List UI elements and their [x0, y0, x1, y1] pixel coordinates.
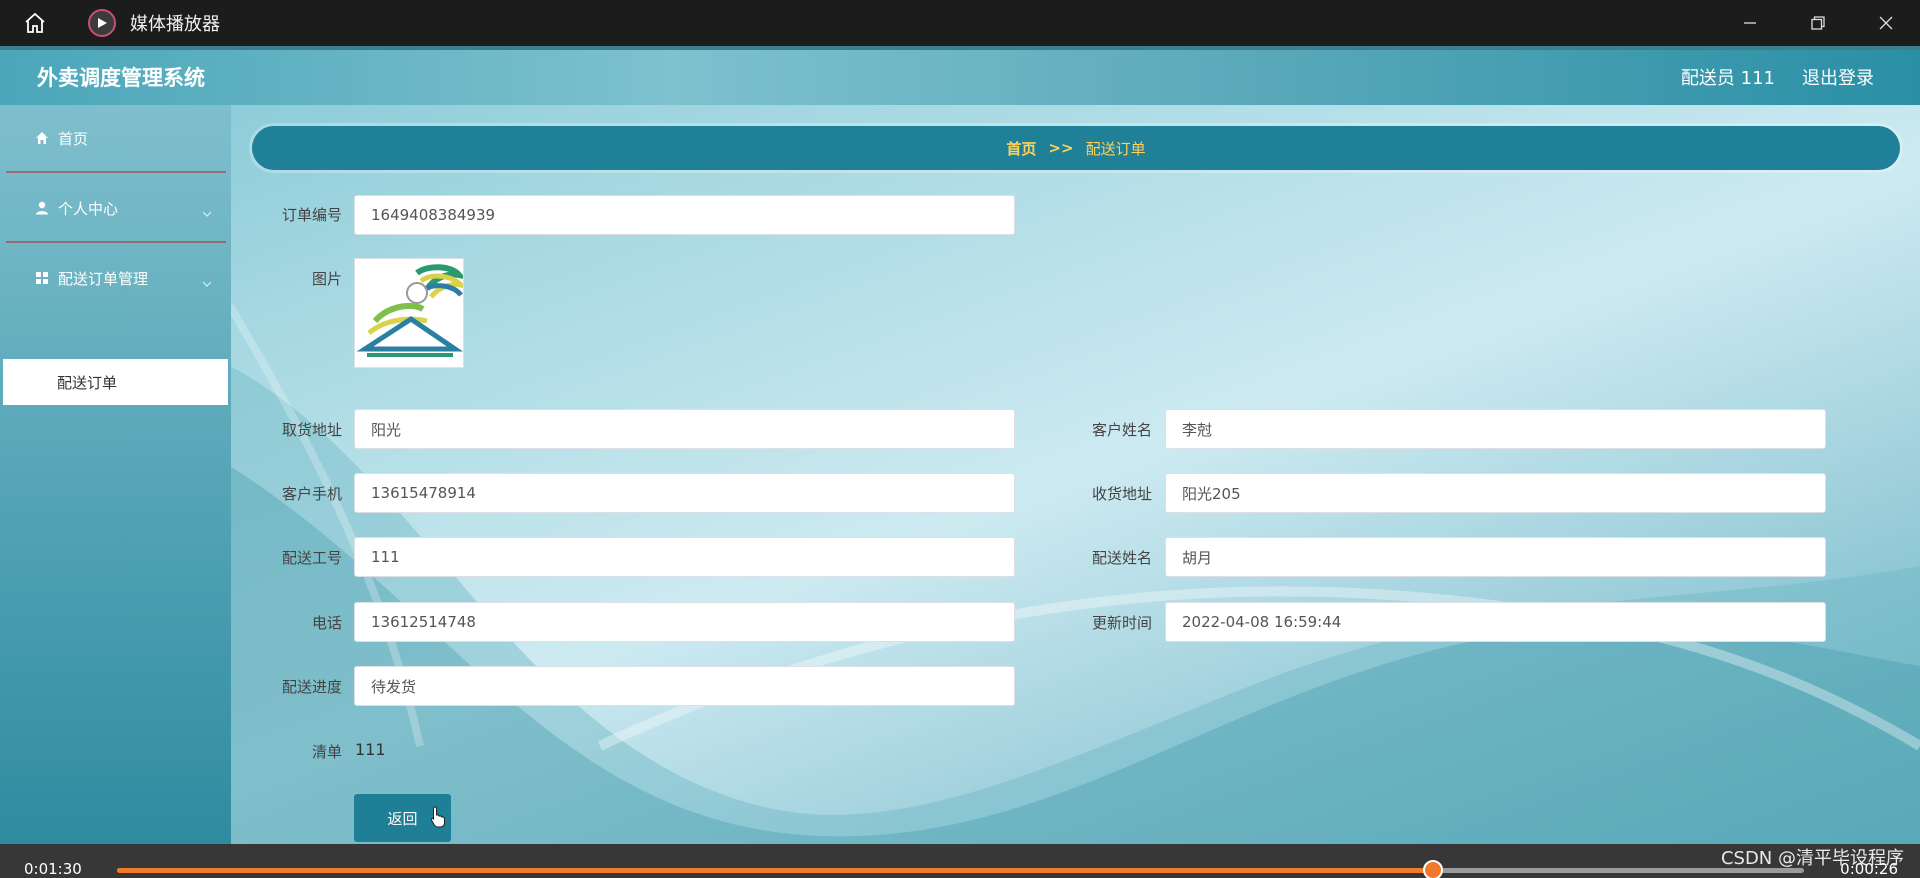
sidebar-item-home[interactable]: 首页: [6, 105, 226, 171]
phone-field[interactable]: 13612514748: [354, 602, 1015, 642]
play-icon: [88, 9, 116, 37]
logout-link[interactable]: 退出登录: [1802, 64, 1874, 90]
progress-label: 配送进度: [281, 678, 342, 696]
courier-name-field[interactable]: 胡月: [1165, 537, 1826, 577]
app-window: 外卖调度管理系统 配送员 111 退出登录 首页 个人中心 配送订单管理 配送订…: [0, 46, 1920, 844]
app-header: 外卖调度管理系统 配送员 111 退出登录: [0, 46, 1920, 105]
order-no-field[interactable]: 1649408384939: [354, 195, 1015, 235]
breadcrumb: 首页 >> 配送订单: [252, 126, 1900, 170]
grid-icon: [34, 270, 50, 286]
sidebar: 首页 个人中心 配送订单管理 配送订单: [0, 105, 231, 844]
sidebar-item-label: 配送订单管理: [58, 269, 149, 288]
customer-phone-field[interactable]: 13615478914: [354, 473, 1015, 513]
sidebar-item-profile[interactable]: 个人中心: [6, 175, 226, 241]
user-icon: [34, 200, 50, 216]
sidebar-item-label: 个人中心: [58, 199, 119, 218]
pickup-address-label: 取货地址: [281, 421, 342, 439]
order-no-label: 订单编号: [281, 206, 342, 224]
pickup-address-field[interactable]: 阳光: [354, 409, 1015, 449]
progress-field[interactable]: 待发货: [354, 666, 1015, 706]
delivery-address-field[interactable]: 阳光205: [1165, 473, 1826, 513]
image-label: 图片: [311, 270, 342, 288]
player-title: 媒体播放器: [130, 14, 220, 35]
delivery-address-label: 收货地址: [1091, 485, 1152, 503]
customer-name-label: 客户姓名: [1091, 421, 1152, 439]
sidebar-subitem-delivery-order[interactable]: 配送订单: [3, 359, 228, 405]
window-controls: [1716, 0, 1920, 46]
seek-bar-fill: [117, 868, 1433, 873]
home-icon: [34, 130, 50, 146]
customer-name-field[interactable]: 李尅: [1165, 409, 1826, 449]
restore-icon[interactable]: [1784, 0, 1852, 46]
time-elapsed: 0:01:30: [24, 860, 82, 878]
mouse-cursor-icon: [430, 806, 446, 832]
minimize-icon[interactable]: [1716, 0, 1784, 46]
breadcrumb-home[interactable]: 首页: [1006, 138, 1036, 159]
chevron-down-icon: [202, 273, 212, 291]
time-remaining: 0:00:26: [1840, 860, 1898, 878]
courier-id-label: 配送工号: [281, 549, 342, 567]
courier-name-label: 配送姓名: [1091, 549, 1152, 567]
sidebar-divider: [6, 171, 226, 173]
list-value: 111: [355, 740, 386, 759]
product-image: [354, 258, 469, 368]
chevron-down-icon: [202, 203, 212, 221]
sidebar-divider: [6, 241, 226, 243]
customer-phone-label: 客户手机: [281, 485, 342, 503]
list-label: 清单: [311, 743, 342, 761]
player-titlebar: 媒体播放器: [0, 0, 1920, 46]
updated-at-label: 更新时间: [1091, 614, 1152, 632]
courier-id-field[interactable]: 111: [354, 537, 1015, 577]
sidebar-item-delivery-orders[interactable]: 配送订单管理: [6, 245, 226, 311]
seek-bar-knob[interactable]: [1422, 860, 1443, 878]
close-icon[interactable]: [1852, 0, 1920, 46]
current-user-label: 配送员 111: [1680, 68, 1775, 89]
breadcrumb-separator: >>: [1048, 139, 1074, 157]
breadcrumb-current: 配送订单: [1085, 139, 1146, 158]
home-icon[interactable]: [0, 0, 70, 46]
player-controls-bar: CSDN @清平毕设程序 0:01:30 0:00:26: [0, 844, 1920, 878]
updated-at-field[interactable]: 2022-04-08 16:59:44: [1165, 602, 1826, 642]
sidebar-item-label: 首页: [58, 129, 89, 148]
app-title: 外卖调度管理系统: [37, 66, 205, 90]
phone-label: 电话: [311, 614, 342, 632]
seek-bar[interactable]: [117, 860, 1804, 878]
